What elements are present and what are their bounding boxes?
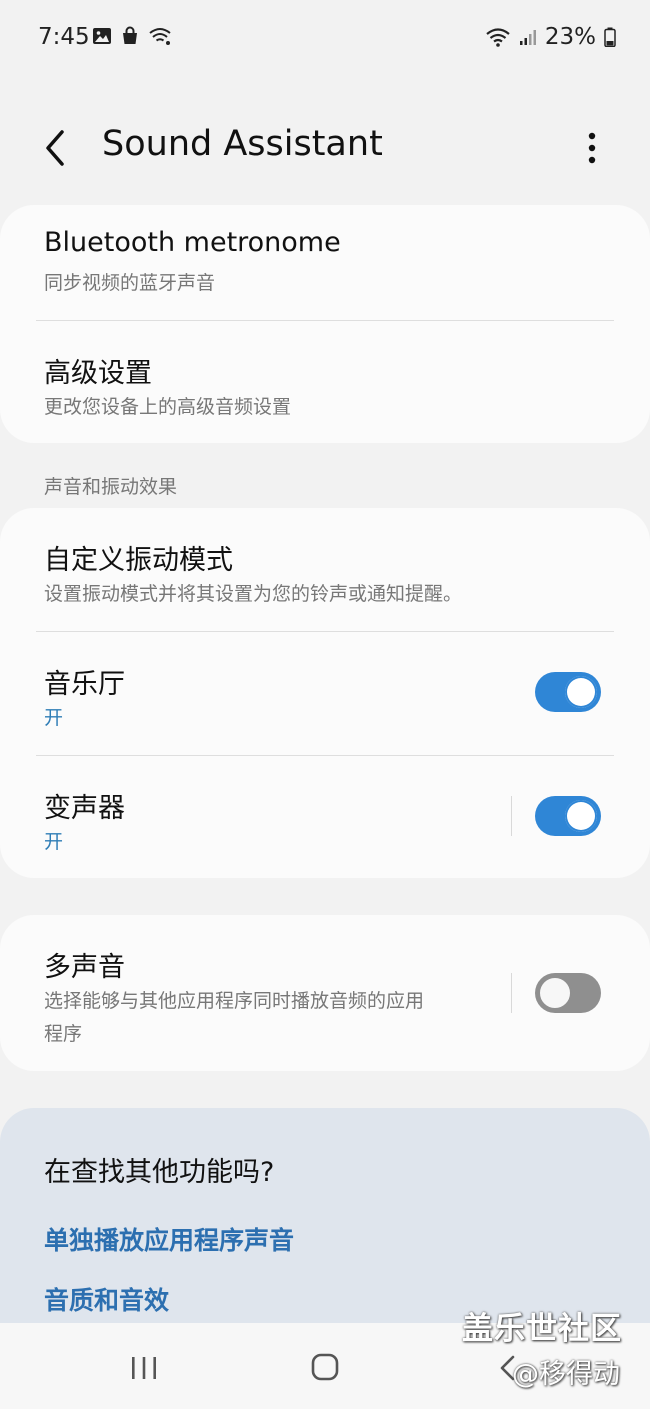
item-summary: 更改您设备上的高级音频设置 xyxy=(44,396,292,418)
list-item-custom-vibration[interactable]: 自定义振动模式 设置振动模式并将其设置为您的铃声或通知提醒。 xyxy=(0,508,650,631)
vertical-separator xyxy=(511,796,512,836)
wifi-icon xyxy=(486,28,510,47)
watermark-community: 盖乐世社区 xyxy=(462,1311,622,1347)
item-summary-line2: 程序 xyxy=(44,1023,83,1045)
settings-card-effects: 自定义振动模式 设置振动模式并将其设置为您的铃声或通知提醒。 音乐厅 开 变声器… xyxy=(0,508,650,878)
voice-changer-toggle[interactable] xyxy=(535,796,601,836)
signal-icon xyxy=(519,30,536,45)
back-chevron-icon[interactable] xyxy=(36,126,76,170)
wifi-calling-icon xyxy=(149,28,171,45)
watermark-author: @移得动 xyxy=(512,1359,620,1390)
link-separate-app-sound[interactable]: 单独播放应用程序声音 xyxy=(44,1221,294,1257)
item-status: 开 xyxy=(44,707,64,729)
item-label: 变声器 xyxy=(44,793,125,824)
section-header: 声音和振动效果 xyxy=(44,476,178,498)
gallery-icon xyxy=(93,28,111,44)
link-sound-quality-effects[interactable]: 音质和音效 xyxy=(44,1281,169,1317)
battery-icon xyxy=(604,27,616,47)
item-summary: 设置振动模式并将其设置为您的铃声或通知提醒。 xyxy=(44,583,463,605)
more-vert-icon[interactable] xyxy=(576,126,608,170)
status-time: 7:45 xyxy=(38,24,90,50)
vertical-separator xyxy=(511,973,512,1013)
item-summary-line1: 选择能够与其他应用程序同时播放音频的应用 xyxy=(44,990,425,1012)
toggle-knob xyxy=(565,800,597,832)
recent-apps-icon[interactable] xyxy=(130,1356,158,1380)
item-label: 多声音 xyxy=(44,952,125,983)
toggle-knob xyxy=(538,976,572,1010)
concert-hall-toggle[interactable] xyxy=(535,672,601,712)
app-bar: Sound Assistant xyxy=(0,108,650,188)
list-item-concert-hall[interactable]: 音乐厅 开 xyxy=(0,632,650,755)
item-status: 开 xyxy=(44,831,64,853)
multi-sound-toggle[interactable] xyxy=(535,973,601,1013)
item-label: 音乐厅 xyxy=(44,669,125,700)
item-label: 自定义振动模式 xyxy=(44,545,233,576)
list-item-multi-sound[interactable]: 多声音 选择能够与其他应用程序同时播放音频的应用 程序 xyxy=(0,915,650,1071)
shopping-bag-icon xyxy=(123,26,137,44)
page-title: Sound Assistant xyxy=(102,124,383,164)
settings-card-multi-sound: 多声音 选择能够与其他应用程序同时播放音频的应用 程序 xyxy=(0,915,650,1071)
list-item-voice-changer[interactable]: 变声器 开 xyxy=(0,756,650,878)
toggle-knob xyxy=(565,676,597,708)
status-bar: 7:45 23% xyxy=(0,0,650,76)
list-item-advanced-settings[interactable]: 高级设置 更改您设备上的高级音频设置 xyxy=(0,321,650,443)
item-summary: 同步视频的蓝牙声音 xyxy=(44,272,216,294)
suggestion-question: 在查找其他功能吗? xyxy=(44,1157,275,1188)
home-icon[interactable] xyxy=(311,1353,339,1381)
suggestion-card: 在查找其他功能吗? 单独播放应用程序声音 音质和音效 xyxy=(0,1108,650,1323)
settings-card-general: Bluetooth metronome 同步视频的蓝牙声音 高级设置 更改您设备… xyxy=(0,205,650,443)
item-label: 高级设置 xyxy=(44,358,152,389)
battery-percent: 23% xyxy=(544,24,596,50)
item-label: Bluetooth metronome xyxy=(44,227,341,258)
list-item-bluetooth-metronome[interactable]: Bluetooth metronome 同步视频的蓝牙声音 xyxy=(0,205,650,321)
